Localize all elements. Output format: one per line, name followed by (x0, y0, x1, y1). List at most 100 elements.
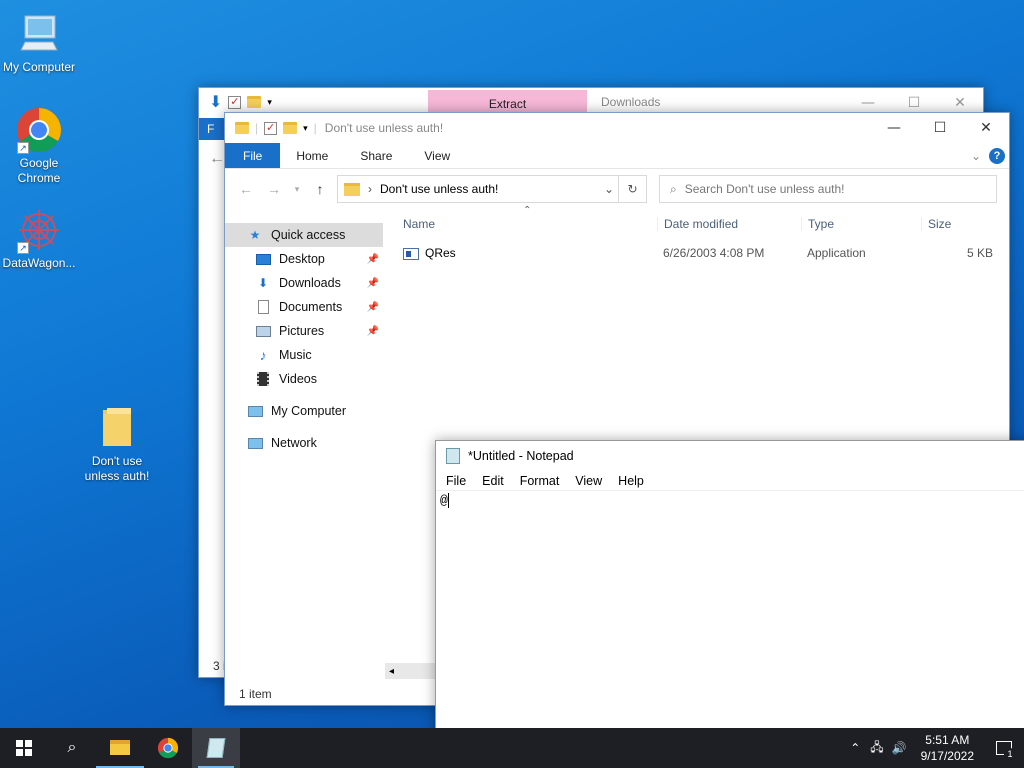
menu-format[interactable]: Format (512, 474, 568, 488)
navigation-pane: ★ Quick access Desktop 📌 ⬇ Downloads 📌 D… (225, 223, 383, 455)
nav-quick-access[interactable]: ★ Quick access (225, 223, 383, 247)
shortcut-arrow-icon: ↗ (17, 142, 29, 154)
taskbar-file-explorer[interactable] (96, 728, 144, 768)
notepad-menubar: File Edit Format View Help (436, 471, 1024, 491)
nav-label: Pictures (279, 324, 325, 338)
nav-network[interactable]: Network (225, 431, 383, 455)
file-tab-fragment[interactable]: F (199, 118, 225, 140)
tab-home[interactable]: Home (280, 143, 344, 168)
close-button[interactable]: ✕ (963, 113, 1009, 143)
recent-dropdown-icon[interactable]: ▾ (291, 184, 303, 195)
taskbar: ⌕ ⌃ 🖧 🔊 5:51 AM 9/17/2022 1 (0, 728, 1024, 768)
expand-ribbon-icon[interactable]: ⌄ (965, 143, 987, 168)
desktop-icon-label: Google Chrome (17, 156, 61, 185)
minimize-button[interactable]: — (871, 113, 917, 143)
forward-arrow-icon[interactable]: → (263, 181, 285, 197)
nav-pictures[interactable]: Pictures 📌 (225, 319, 383, 343)
clock[interactable]: 5:51 AM 9/17/2022 (911, 732, 984, 764)
column-header-name[interactable]: Name (395, 217, 657, 231)
notepad-titlebar[interactable]: *Untitled - Notepad (436, 441, 1024, 471)
file-type: Application (807, 246, 866, 260)
nav-videos[interactable]: Videos (225, 367, 383, 391)
back-arrow-icon[interactable]: ← (235, 181, 257, 197)
desktop-icon-label: DataWagon... (2, 256, 76, 270)
action-center-button[interactable]: 1 (984, 728, 1024, 768)
refresh-icon[interactable]: ↻ (618, 176, 646, 202)
search-icon: ⌕ (67, 739, 77, 756)
folder-icon (110, 739, 130, 755)
network-icon[interactable]: 🖧 (866, 738, 887, 759)
notepad-icon (206, 738, 226, 758)
chevron-up-icon[interactable]: ⌃ (844, 741, 866, 755)
horizontal-scrollbar[interactable]: ◂ (385, 663, 435, 679)
desktop-icon-my-computer[interactable]: My Computer (0, 10, 78, 75)
file-row[interactable]: QRes 6/26/2003 4:08 PM Application 5 KB (395, 239, 999, 267)
search-button[interactable]: ⌕ (48, 728, 96, 768)
extract-tab[interactable]: Extract (428, 90, 587, 114)
scroll-left-icon[interactable]: ◂ (385, 666, 394, 677)
text-caret (447, 493, 449, 509)
taskbar-chrome[interactable] (144, 728, 192, 768)
customize-dropdown-icon[interactable]: ▾ (303, 123, 308, 134)
desktop-icon-chrome[interactable]: ↗ Google Chrome (0, 106, 78, 186)
taskbar-notepad[interactable] (192, 728, 240, 768)
pin-icon: 📌 (366, 253, 379, 265)
menu-edit[interactable]: Edit (474, 474, 512, 488)
tab-share[interactable]: Share (344, 143, 408, 168)
help-icon[interactable]: ? (989, 148, 1005, 164)
maximize-button[interactable]: ☐ (917, 113, 963, 143)
sort-up-icon: ⌃ (523, 205, 532, 216)
nav-my-computer[interactable]: My Computer (225, 399, 383, 423)
column-header-date[interactable]: Date modified (657, 217, 801, 231)
up-arrow-icon[interactable]: ↑ (309, 181, 331, 197)
tab-file[interactable]: File (225, 143, 281, 168)
properties-icon[interactable]: ✓ (264, 121, 278, 135)
volume-icon[interactable]: 🔊 (888, 741, 911, 755)
desktop-icon-datawagon[interactable]: ↗ DataWagon... (0, 206, 78, 271)
new-folder-icon[interactable] (283, 122, 298, 134)
start-button[interactable] (0, 728, 48, 768)
notepad-icon (446, 448, 460, 464)
explorer-titlebar[interactable]: | ✓ ▾ | Don't use unless auth! — ☐ ✕ (225, 113, 1009, 143)
menu-help[interactable]: Help (610, 474, 652, 488)
address-dropdown-icon[interactable]: ⌄ (604, 182, 614, 196)
column-headers: ⌃ Name Date modified Type Size (395, 205, 999, 239)
new-folder-icon[interactable] (247, 96, 262, 108)
computer-icon (247, 404, 263, 418)
desktop-icon-folder[interactable]: Don't use unless auth! (78, 404, 156, 484)
notepad-window[interactable]: *Untitled - Notepad File Edit Format Vie… (435, 440, 1024, 740)
computer-icon (15, 10, 63, 58)
breadcrumb-chevron-icon[interactable]: › (368, 182, 372, 196)
nav-label: Music (279, 348, 312, 362)
back-arrow-icon[interactable]: ← (209, 150, 225, 168)
quick-access-toolbar: | ✓ ▾ | Don't use unless auth! (225, 121, 443, 135)
column-header-size[interactable]: Size (921, 217, 997, 231)
nav-label: My Computer (271, 404, 347, 418)
nav-music[interactable]: ♪ Music (225, 343, 383, 367)
folder-icon (93, 404, 141, 452)
status-item-count: 1 item (239, 687, 272, 701)
menu-file[interactable]: File (438, 474, 474, 488)
properties-icon[interactable]: ✓ (228, 95, 242, 109)
search-placeholder: Search Don't use unless auth! (684, 182, 845, 196)
menu-view[interactable]: View (567, 474, 610, 488)
application-icon (403, 247, 419, 260)
breadcrumb[interactable]: Don't use unless auth! (380, 182, 498, 196)
customize-dropdown-icon[interactable]: ▾ (267, 97, 272, 108)
tab-view[interactable]: View (408, 143, 466, 168)
nav-documents[interactable]: Documents 📌 (225, 295, 383, 319)
search-input[interactable]: ⌕ Search Don't use unless auth! (659, 175, 997, 203)
pin-icon: 📌 (366, 301, 379, 313)
download-arrow-icon[interactable]: ⬇ (209, 92, 222, 112)
nav-label: Downloads (279, 276, 341, 290)
notepad-text-area[interactable]: @ (436, 491, 1024, 510)
notification-count: 1 (1004, 748, 1016, 760)
star-icon: ★ (249, 228, 261, 242)
column-header-type[interactable]: Type (801, 217, 921, 231)
nav-desktop[interactable]: Desktop 📌 (225, 247, 383, 271)
documents-icon (255, 300, 271, 314)
window-title: *Untitled - Notepad (468, 449, 574, 463)
nav-downloads[interactable]: ⬇ Downloads 📌 (225, 271, 383, 295)
videos-icon (255, 372, 271, 386)
address-bar[interactable]: › Don't use unless auth! ⌄ ↻ (337, 175, 647, 203)
